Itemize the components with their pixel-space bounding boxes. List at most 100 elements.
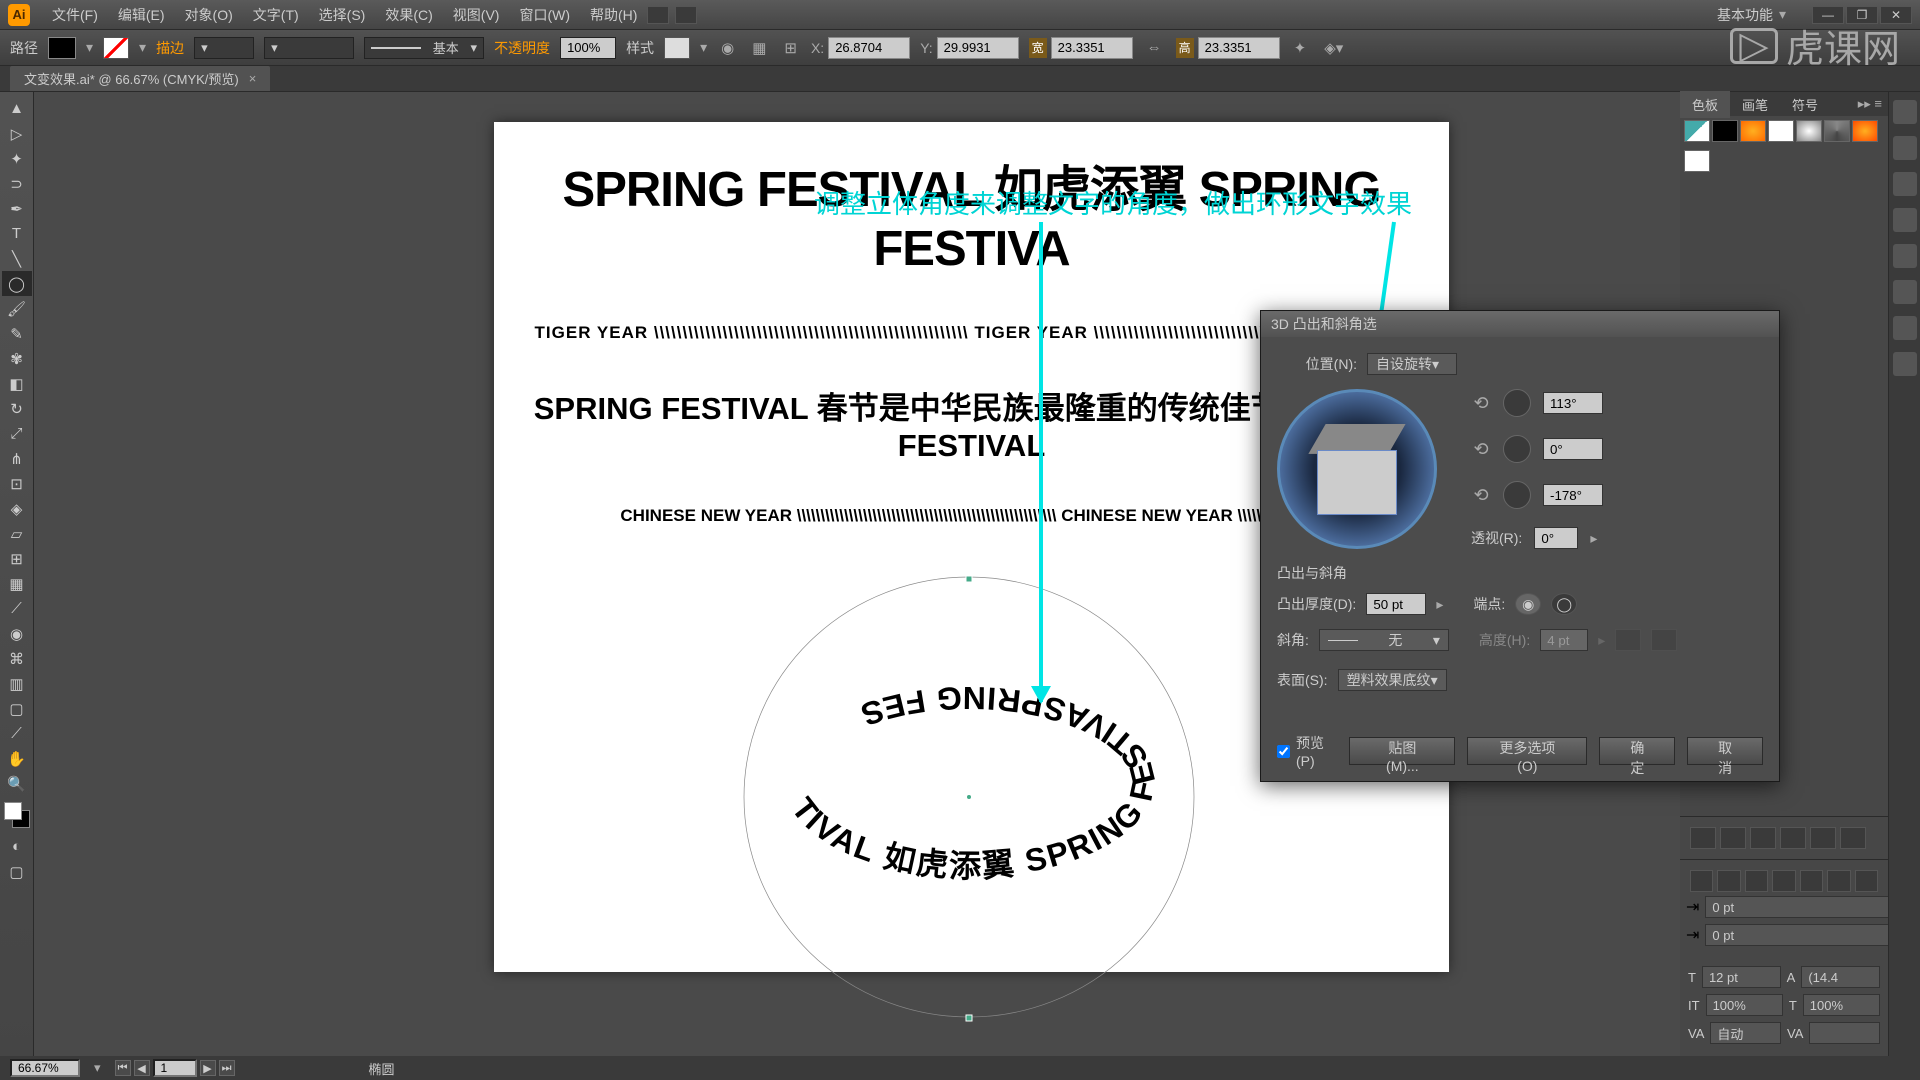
width-tool[interactable]: ⋔ [2, 446, 32, 471]
eyedropper-tool[interactable]: ⟋ [2, 596, 32, 621]
perspective-stepper[interactable]: ▸ [1590, 530, 1597, 547]
artboard-tool[interactable]: ▢ [2, 696, 32, 721]
swatch-item[interactable] [1768, 120, 1794, 142]
align-bottom[interactable] [1840, 827, 1866, 849]
font-size[interactable] [1702, 966, 1781, 988]
menu-window[interactable]: 窗口(W) [509, 5, 580, 25]
brush-def[interactable]: 基本▾ [364, 37, 484, 59]
stroke-swatch[interactable] [103, 37, 129, 59]
preview-checkbox[interactable]: 预览(P) [1277, 733, 1337, 769]
arrange-icon[interactable] [675, 6, 697, 24]
symbol-sprayer-tool[interactable]: ⌘ [2, 646, 32, 671]
isolate-icon[interactable]: ◈▾ [1320, 39, 1347, 57]
bevel-select[interactable]: 无▾ [1319, 629, 1449, 651]
tracking[interactable] [1809, 1022, 1880, 1044]
link-icon[interactable]: ⇔ [1143, 39, 1166, 56]
strip-transparency-icon[interactable] [1893, 244, 1917, 268]
column-graph-tool[interactable]: ▥ [2, 671, 32, 696]
rot-x-dial[interactable] [1503, 389, 1531, 417]
shape-builder-tool[interactable]: ◈ [2, 496, 32, 521]
document-tab[interactable]: 文变效果.ai* @ 66.67% (CMYK/预览) × [10, 66, 270, 91]
eraser-tool[interactable]: ◧ [2, 371, 32, 396]
strip-color-guide-icon[interactable] [1893, 136, 1917, 160]
menu-object[interactable]: 对象(O) [175, 5, 243, 25]
panel-menu-icon[interactable]: ▸▸ ≡ [1852, 96, 1888, 112]
menu-help[interactable]: 帮助(H) [580, 5, 647, 25]
stroke-label[interactable]: 描边 [156, 38, 184, 58]
last-artboard[interactable]: ⏭ [219, 1060, 235, 1076]
align-right[interactable] [1750, 827, 1776, 849]
lasso-tool[interactable]: ⊃ [2, 171, 32, 196]
menu-effect[interactable]: 效果(C) [375, 5, 442, 25]
strip-layers-icon[interactable] [1893, 352, 1917, 376]
strip-stroke-icon[interactable] [1893, 172, 1917, 196]
zoom-dropdown-icon[interactable]: ▾ [94, 1060, 101, 1076]
kerning[interactable] [1710, 1022, 1781, 1044]
first-artboard[interactable]: ⏮ [115, 1060, 131, 1076]
menu-view[interactable]: 视图(V) [443, 5, 510, 25]
line-tool[interactable]: ╲ [2, 246, 32, 271]
menu-type[interactable]: 文字(T) [243, 5, 309, 25]
align-icon[interactable]: ▦ [748, 39, 770, 57]
pencil-tool[interactable]: ✎ [2, 321, 32, 346]
text-justify-left[interactable] [1772, 870, 1795, 892]
leading[interactable] [1801, 966, 1880, 988]
artboard-number[interactable] [153, 1059, 197, 1077]
selection-tool[interactable]: ▲ [2, 96, 32, 121]
swatch-item[interactable] [1712, 120, 1738, 142]
y-input[interactable]: 29.9931 [937, 37, 1019, 59]
align-center-h[interactable] [1720, 827, 1746, 849]
depth-stepper[interactable]: ▸ [1436, 596, 1443, 613]
magic-wand-tool[interactable]: ✦ [2, 146, 32, 171]
swatch-item[interactable] [1684, 120, 1710, 142]
rot-y-dial[interactable] [1503, 435, 1531, 463]
gradient-tool[interactable]: ▦ [2, 571, 32, 596]
strip-gradient-icon[interactable] [1893, 208, 1917, 232]
perspective-input[interactable] [1534, 527, 1578, 549]
rot-z-input[interactable] [1543, 484, 1603, 506]
text-justify-all[interactable] [1855, 870, 1878, 892]
bridge-icon[interactable] [647, 6, 669, 24]
hscale[interactable] [1803, 994, 1880, 1016]
indent-left[interactable] [1705, 896, 1895, 918]
strip-graphic-styles-icon[interactable] [1893, 316, 1917, 340]
symbols-tab[interactable]: 符号 [1780, 91, 1830, 118]
stroke-dropdown-icon[interactable]: ▾ [139, 39, 146, 56]
cube-preview[interactable] [1277, 389, 1437, 549]
swatch-item[interactable] [1824, 120, 1850, 142]
more-options-button[interactable]: 更多选项(O) [1467, 737, 1587, 765]
style-swatch[interactable] [664, 37, 690, 59]
rotate-tool[interactable]: ↻ [2, 396, 32, 421]
blob-brush-tool[interactable]: ✾ [2, 346, 32, 371]
opacity-input[interactable]: 100% [560, 37, 616, 59]
screen-mode[interactable]: ▢ [2, 859, 32, 884]
swatch-item[interactable] [1852, 120, 1878, 142]
opacity-label[interactable]: 不透明度 [494, 38, 550, 58]
perspective-tool[interactable]: ▱ [2, 521, 32, 546]
cap-on[interactable]: ◉ [1515, 593, 1541, 615]
vscale[interactable] [1706, 994, 1783, 1016]
depth-input[interactable] [1366, 593, 1426, 615]
paintbrush-tool[interactable]: 🖌 [2, 296, 32, 321]
zoom-tool[interactable]: 🔍 [2, 771, 32, 796]
text-justify-right[interactable] [1827, 870, 1850, 892]
menu-file[interactable]: 文件(F) [42, 5, 108, 25]
next-artboard[interactable]: ▶ [200, 1060, 216, 1076]
align-center-v[interactable] [1810, 827, 1836, 849]
align-left[interactable] [1690, 827, 1716, 849]
swatch-item[interactable] [1740, 120, 1766, 142]
text-align-center[interactable] [1717, 870, 1740, 892]
shape-icon[interactable]: ✦ [1290, 39, 1311, 57]
style-dropdown-icon[interactable]: ▾ [700, 39, 707, 56]
slice-tool[interactable]: ⟋ [2, 721, 32, 746]
variable-width[interactable]: ▾ [264, 37, 354, 59]
menu-edit[interactable]: 编辑(E) [108, 5, 175, 25]
brushes-tab[interactable]: 画笔 [1730, 91, 1780, 118]
swatch-item[interactable] [1796, 120, 1822, 142]
fill-stroke-indicator[interactable] [4, 802, 30, 828]
h-input[interactable]: 23.3351 [1198, 37, 1280, 59]
strip-appearance-icon[interactable] [1893, 280, 1917, 304]
swatches-tab[interactable]: 色板 [1680, 91, 1730, 118]
align-top[interactable] [1780, 827, 1806, 849]
draw-mode[interactable]: ◐ [2, 834, 32, 859]
